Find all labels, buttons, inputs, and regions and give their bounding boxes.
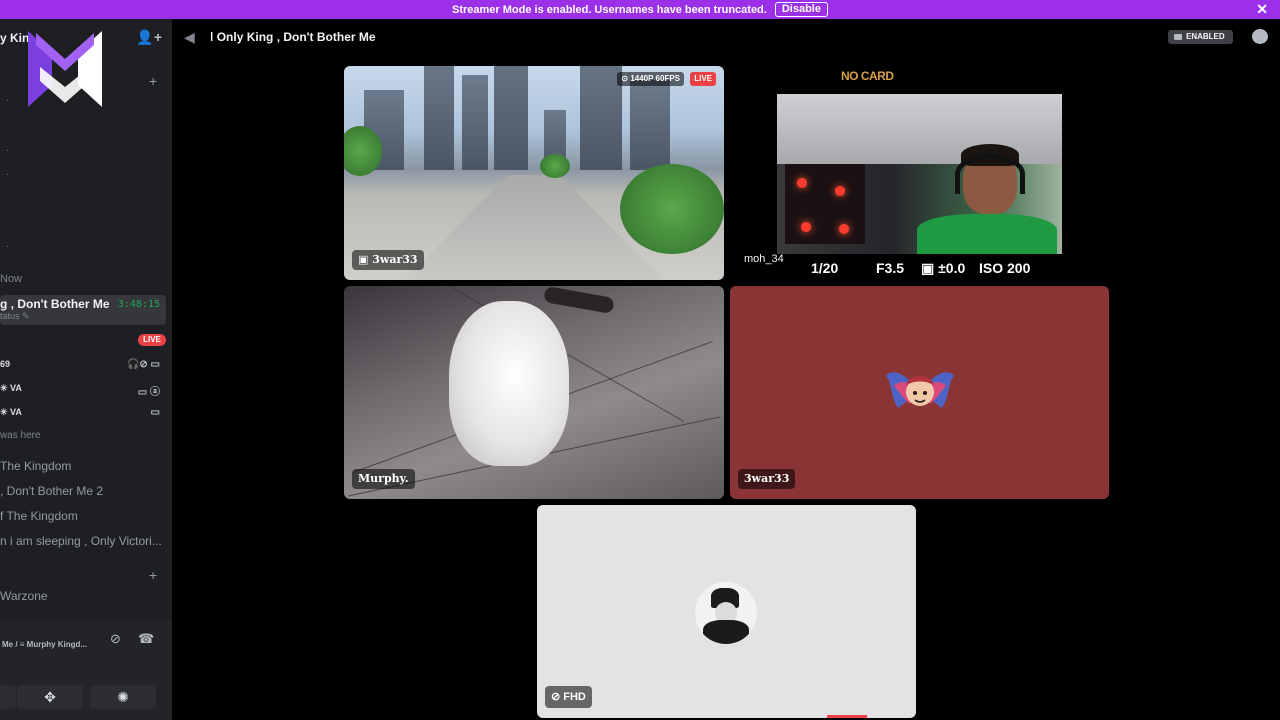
- soundboard-button[interactable]: ✺: [90, 685, 156, 709]
- camera-shutter: 1/20: [811, 260, 839, 276]
- voice-user-name: ✳ VA: [0, 407, 22, 417]
- voice-channel[interactable]: The Kingdom: [0, 459, 166, 473]
- channel-status[interactable]: tatus ✎: [0, 311, 30, 322]
- scene-led: [801, 222, 811, 232]
- stream-tile-murphy[interactable]: Murphy.: [344, 286, 724, 499]
- channel-title: ǀ Only King , Don't Bother Me: [210, 30, 376, 44]
- stream-quality-badge: ⊙ 1440P 60FPS: [617, 72, 684, 86]
- avatar-body: [703, 620, 749, 644]
- voice-channel[interactable]: , Don't Bother Me 2: [0, 484, 166, 498]
- channel-dot: ·: [6, 241, 10, 252]
- voice-channel[interactable]: n i am sleeping , Only Victori...: [0, 534, 166, 548]
- scene-building: [580, 66, 622, 170]
- scene-tree: [540, 154, 570, 178]
- voice-user[interactable]: ✳ VA ▭: [0, 407, 166, 423]
- scene-building: [424, 66, 454, 170]
- noise-suppression-icon[interactable]: ⊘: [110, 631, 121, 647]
- dog-figure: [449, 301, 569, 466]
- voice-user[interactable]: 69 🎧⊘ ▭: [0, 359, 166, 375]
- stream-user-label: ▣ 3war33: [352, 250, 424, 270]
- server-name: y Kin: [0, 31, 30, 45]
- invite-icon[interactable]: 👤+: [136, 29, 162, 46]
- close-icon[interactable]: ✕: [1256, 0, 1268, 19]
- active-voice-channel[interactable]: g , Don't Bother Me 3:48:15 tatus ✎: [0, 295, 166, 325]
- scene-building: [462, 75, 488, 170]
- scene-led: [835, 186, 845, 196]
- disable-streamer-mode-button[interactable]: Disable: [774, 2, 828, 17]
- chat-icon[interactable]: [1252, 29, 1268, 44]
- channel-dot: ·: [6, 145, 10, 156]
- stream-quality-badge: ⊘ FHD: [545, 686, 592, 708]
- scene-led: [839, 224, 849, 234]
- no-card-warning: NO CARD: [841, 69, 894, 83]
- user-status-icons: ▭: [150, 407, 160, 418]
- streamer-mode-banner: Streamer Mode is enabled. Usernames have…: [0, 0, 1280, 19]
- disconnect-icon[interactable]: ☎: [138, 631, 154, 647]
- banner-text: Streamer Mode is enabled. Usernames have…: [452, 3, 767, 16]
- live-badge: LIVE: [138, 334, 166, 346]
- call-header: ◀ ǀ Only King , Don't Bother Me ENABLED: [172, 19, 1280, 55]
- stream-live-badge: LIVE: [690, 72, 716, 86]
- camera-exposure: ▣ ±0.0: [921, 260, 966, 276]
- add-channel-icon[interactable]: +: [149, 73, 157, 89]
- server-logo-icon: [28, 31, 102, 107]
- participant-tile-3war33[interactable]: 3war33: [730, 286, 1109, 499]
- participant-avatar: [695, 582, 757, 644]
- stream-tile-fhd[interactable]: ⊘ FHD: [537, 505, 916, 718]
- channel-dot: ·: [6, 169, 10, 180]
- scene-building: [494, 66, 528, 170]
- scene-led: [797, 178, 807, 188]
- was-here-text: was here: [0, 430, 41, 441]
- scene-tree: [620, 164, 724, 254]
- speaker-icon: ◀: [184, 29, 195, 45]
- progress-indicator: [827, 715, 867, 718]
- dog-collar: [543, 286, 615, 314]
- call-timer: 3:48:15: [117, 299, 160, 310]
- stream-user-label: Murphy.: [352, 469, 415, 489]
- activity-button[interactable]: ✥: [17, 685, 83, 709]
- add-channel-icon[interactable]: +: [149, 567, 157, 583]
- headphones-icon: [955, 154, 1025, 194]
- voice-user-name: ✳ VA: [0, 383, 22, 393]
- camera-button[interactable]: [0, 685, 16, 709]
- channel-sidebar: y Kin 👤+ + · · · · Now g , Don't Bother …: [0, 19, 172, 720]
- user-status-icons: 🎧⊘ ▭: [126, 359, 160, 370]
- person-shirt: [917, 214, 1057, 254]
- active-channel-name: g , Don't Bother Me: [0, 297, 110, 311]
- voice-channel[interactable]: f The Kingdom: [0, 509, 166, 523]
- channel-dot: ·: [6, 95, 10, 106]
- user-status-icons: ▭ ⓐ: [137, 387, 160, 398]
- scene-building: [630, 80, 670, 170]
- angel-wings-avatar-icon: [886, 372, 954, 408]
- camera-iso: ISO 200: [979, 260, 1031, 276]
- category-warzone[interactable]: Warzone: [0, 589, 166, 603]
- scene-pc-rig: [785, 164, 865, 244]
- camera-tile[interactable]: [777, 94, 1062, 254]
- voice-user-name: 69: [0, 359, 11, 369]
- camera-user-name: moh_34: [744, 253, 784, 265]
- voice-user[interactable]: ✳ VA ▭ ⓐ: [0, 383, 166, 399]
- camera-aperture: F3.5: [876, 260, 905, 276]
- category-now[interactable]: Now: [0, 273, 22, 285]
- streamer-mode-enabled-badge[interactable]: ENABLED: [1168, 30, 1233, 44]
- voice-connection-label[interactable]: Me / ≡ Murphy Kingd...: [2, 640, 87, 649]
- stream-tile-gta[interactable]: ⊙ 1440P 60FPS LIVE ▣ 3war33: [344, 66, 724, 280]
- participant-name-label: 3war33: [738, 469, 796, 489]
- scene-wall: [777, 94, 1062, 164]
- voice-connected-panel: Me / ≡ Murphy Kingd... ⊘ ☎ ✥ ✺: [0, 619, 172, 720]
